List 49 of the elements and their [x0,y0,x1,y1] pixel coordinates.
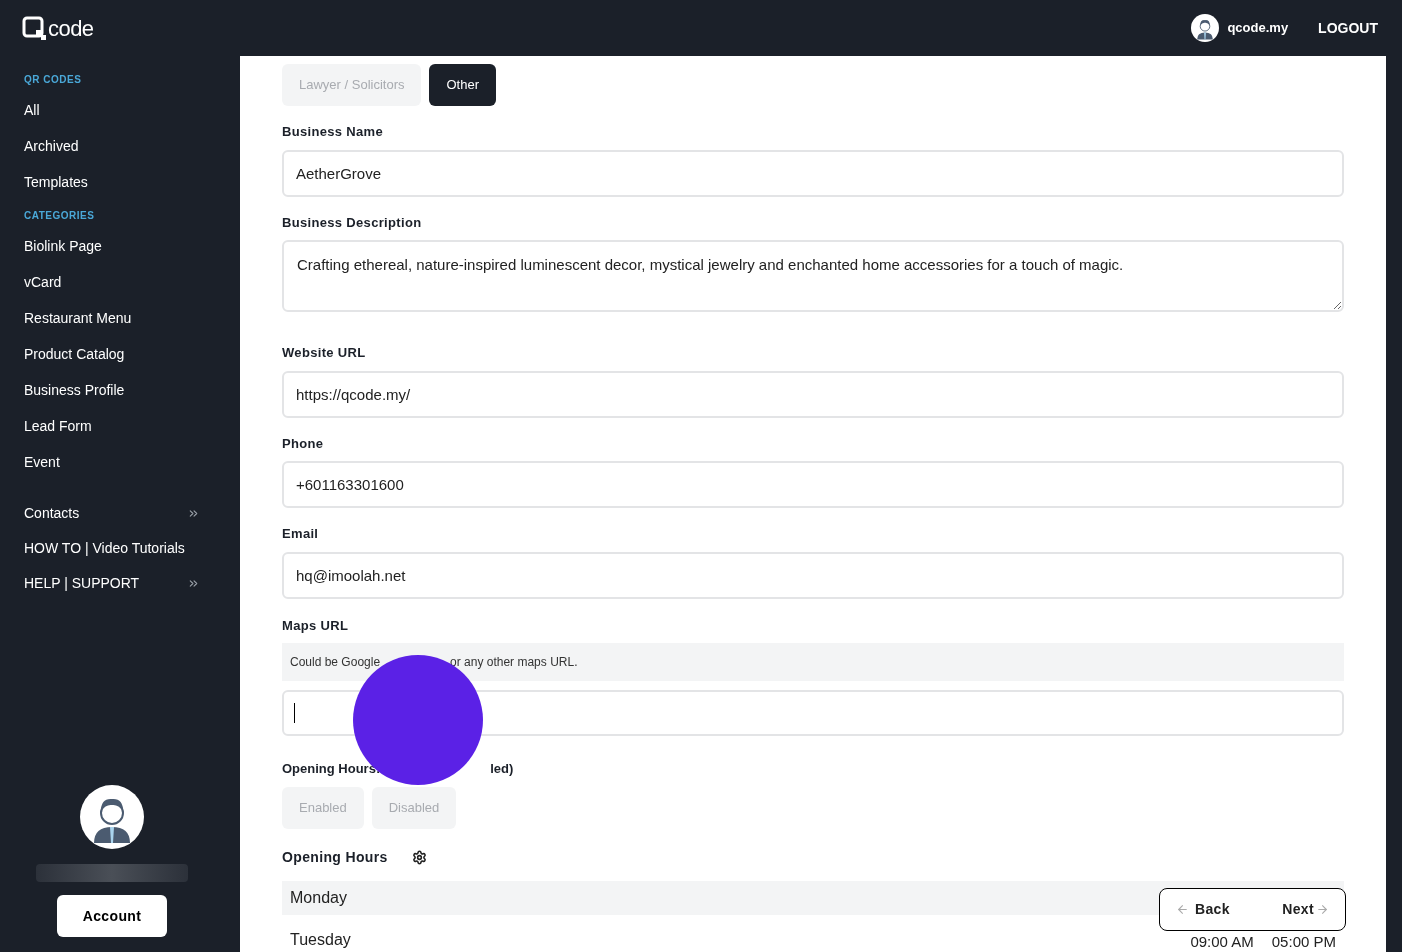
account-avatar [80,785,144,849]
sidebar-item[interactable]: HOW TO | Video Tutorials [24,531,200,566]
sidebar-item[interactable]: HELP | SUPPORT [24,566,200,601]
input-field[interactable]: https://qcode.my/ [282,370,1344,418]
input-field[interactable]: hq@imoolah.net [282,551,1344,599]
field-label: Maps URL [282,616,350,635]
section-title: CATEGORIES [24,208,96,223]
sidebar-item[interactable]: All [24,92,200,128]
sidebar-item[interactable]: Biolink Page [24,228,200,264]
sidebar-item[interactable]: vCard [24,264,200,300]
section-heading: Opening Hours [282,847,388,867]
section-title: QR CODES [24,72,83,87]
field-label: Phone [282,434,325,453]
sidebar-item[interactable]: Event [24,444,200,480]
sidebar-item[interactable]: Templates [24,164,200,200]
input-field[interactable]: +601163301600 [282,461,1344,508]
text-cursor [294,703,295,723]
arrow-right-icon [1316,903,1329,916]
sidebar-item[interactable]: Restaurant Menu [24,300,200,336]
sidebar-item[interactable]: Contacts [24,496,200,531]
logo-icon [22,16,46,40]
open-time: 09:00 AM [1190,933,1254,950]
account-button[interactable]: Account [57,895,167,937]
username[interactable]: qcode.my [1227,18,1289,38]
field-label: Business Description [282,213,423,232]
hint-text: Could be Google [290,654,381,671]
sidebar-item[interactable]: Archived [24,128,200,164]
back-button[interactable]: Back [1176,899,1230,920]
description-field[interactable]: Crafting ethereal, nature-inspired luminescent decor, mystical jewelry and enchanted home accessories for a touch of magic. [282,240,1344,312]
hint-text: or any other maps URL. [450,654,578,671]
arrow-left-icon [1176,903,1189,916]
settings-icon[interactable] [411,849,427,865]
day-name: Monday [290,889,347,906]
day-name: Tuesday [290,931,351,948]
field-label: Website URL [282,344,367,362]
logo-text[interactable]: code [48,18,94,40]
field-label: Business Name [282,123,385,141]
user-avatar [1191,14,1220,42]
sidebar-item[interactable]: Product Catalog [24,336,200,372]
sidebar-item[interactable]: Business Profile [24,372,200,408]
type-tab[interactable]: Other [429,64,496,106]
field-label: led) [490,760,514,778]
close-time: 05:00 PM [1271,933,1336,950]
input-field[interactable]: AetherGrove [282,149,1344,197]
field-label: Opening Hours: [282,760,381,778]
logout-link[interactable]: LOGOUT [1318,17,1378,39]
next-button[interactable]: Next [1282,899,1329,920]
sidebar-item[interactable]: Lead Form [24,408,200,444]
field-label: Email [282,525,320,543]
